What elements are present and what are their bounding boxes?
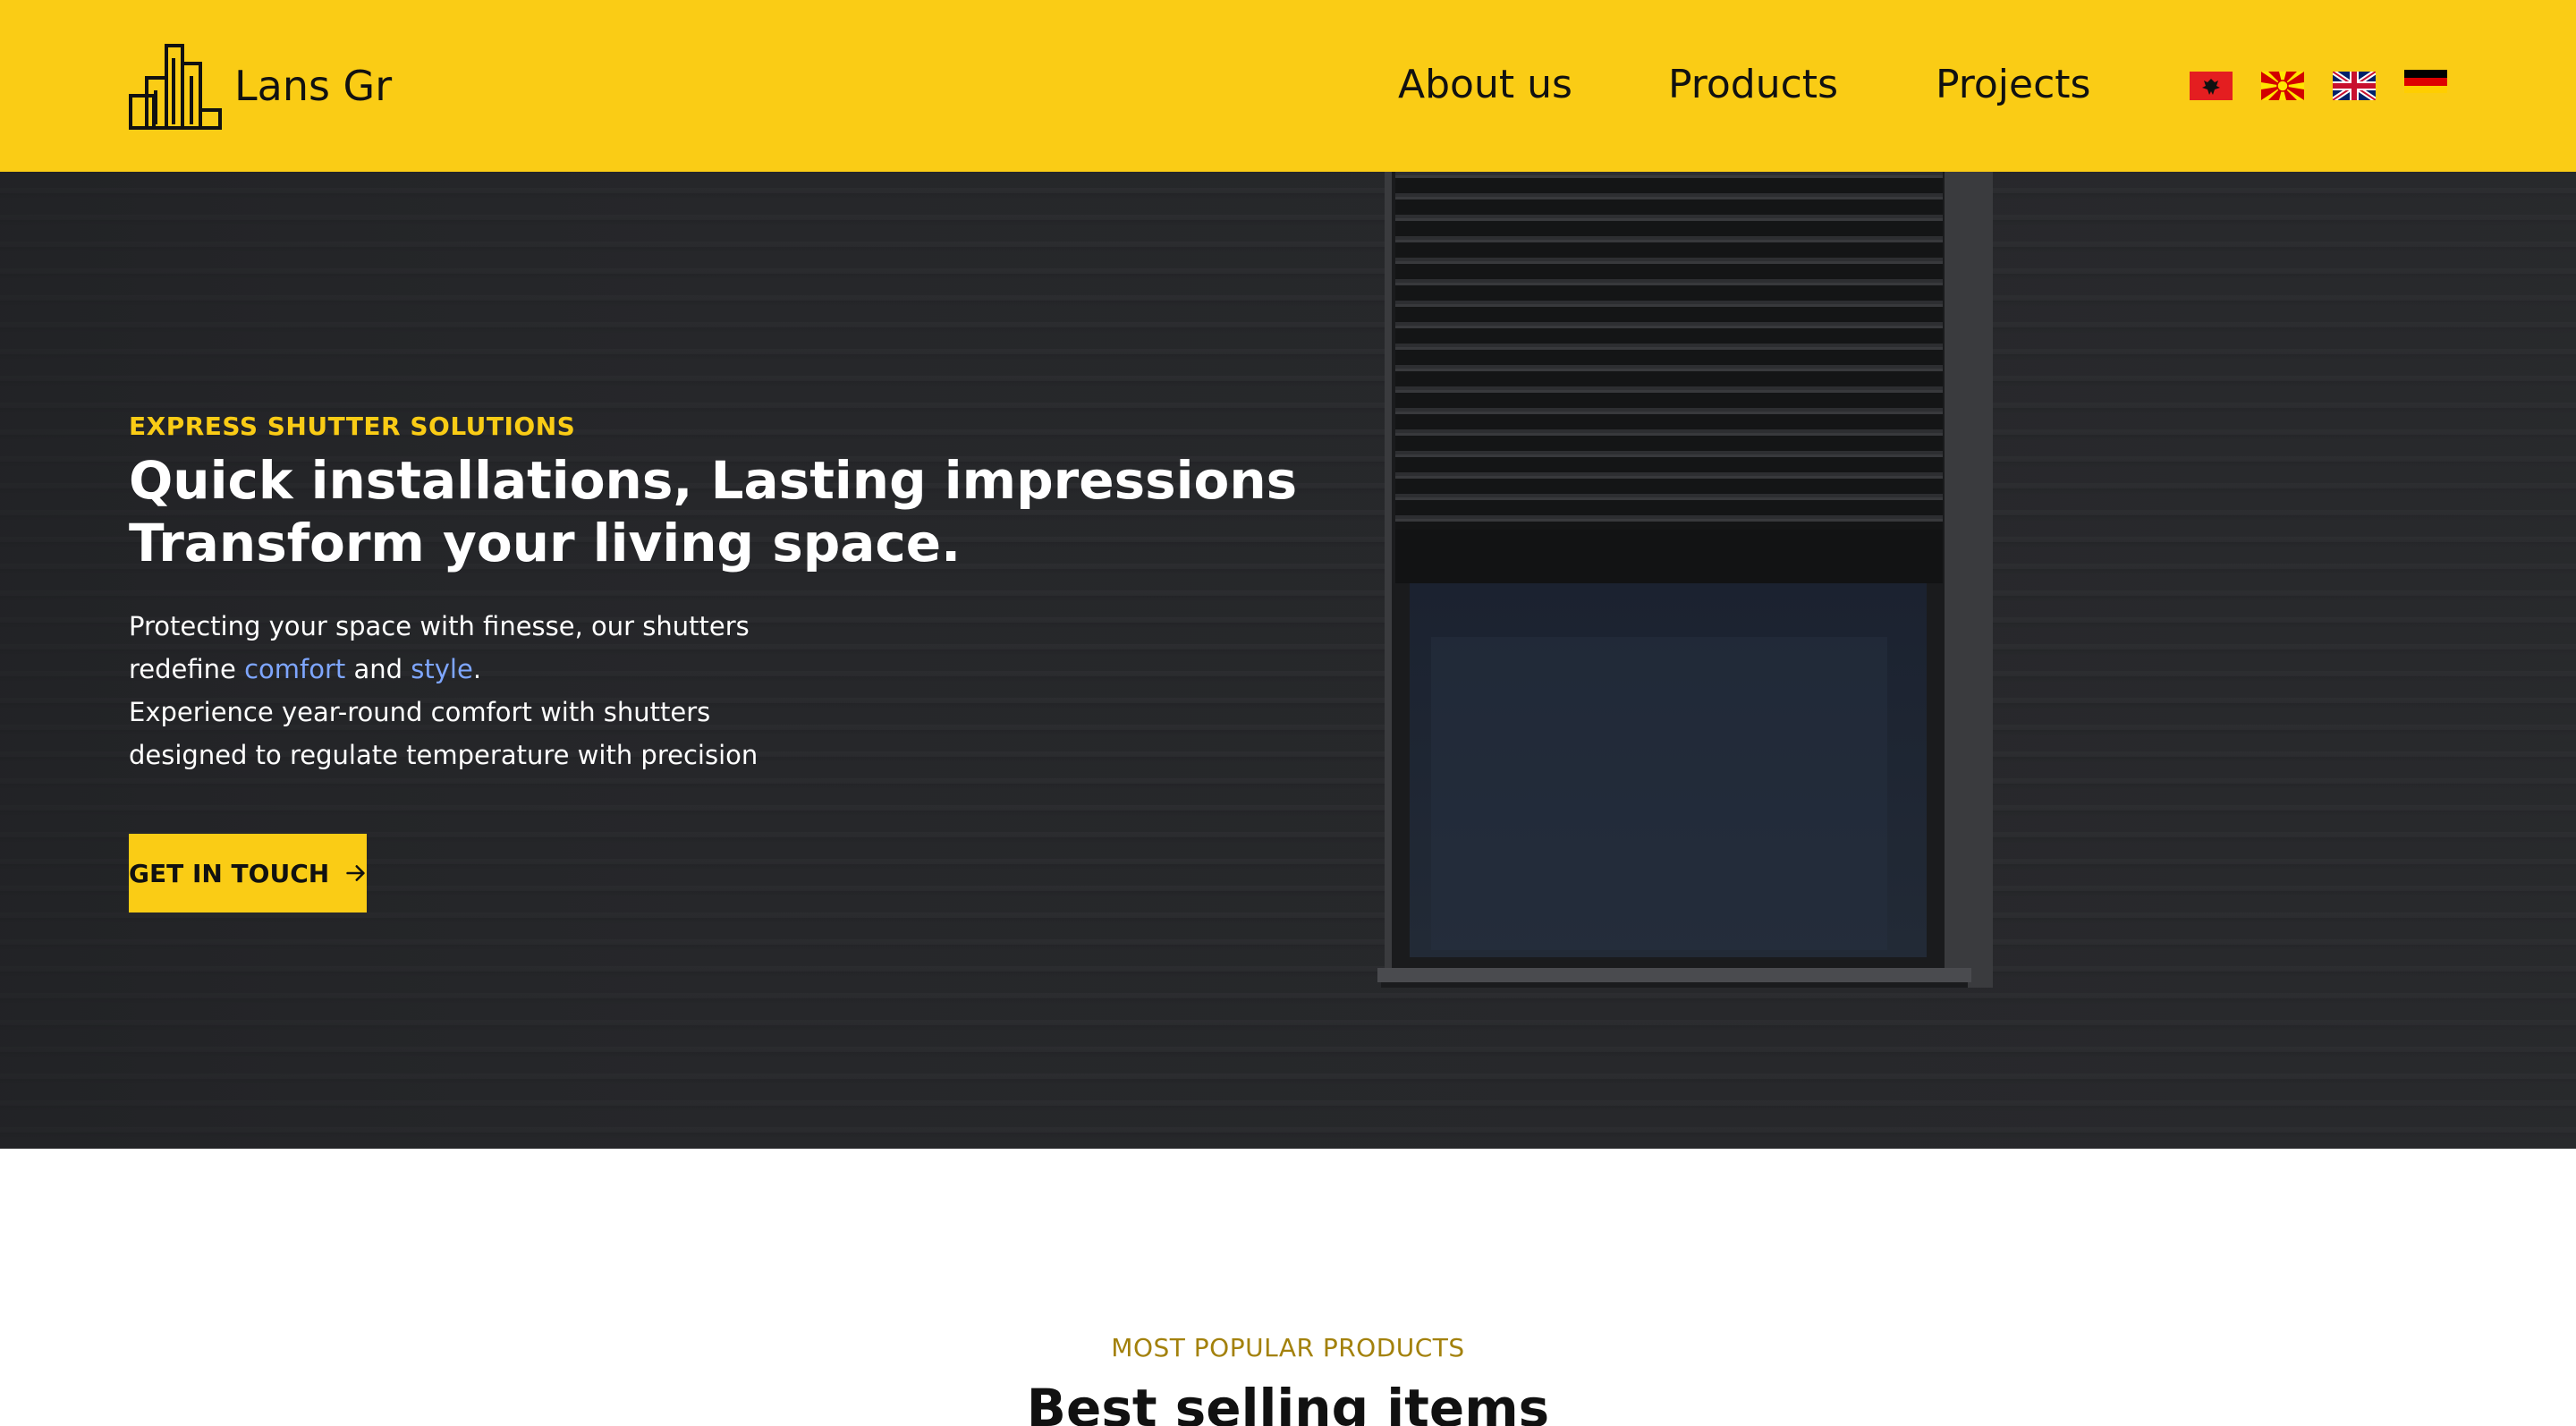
popular-eyebrow: MOST POPULAR PRODUCTS [1111,1333,1465,1362]
flag-north-macedonia-icon[interactable] [2261,72,2304,100]
hero-eyebrow: EXPRESS SHUTTER SOLUTIONS [129,412,576,441]
hero-headline-line2: Transform your living space. [129,513,962,573]
hero-headline: Quick installations, Lasting impressions… [129,449,1297,574]
hero-body-line1: Protecting your space with finesse, our … [129,611,750,641]
flag-uk-icon[interactable] [2333,72,2376,100]
hero-body-line2-mid: and [345,654,411,684]
site-header: Lans Gr About us Products Projects [0,0,2576,172]
nav-about-us[interactable]: About us [1398,57,1572,113]
nav-products[interactable]: Products [1668,57,1838,113]
hero-body-line4: designed to regulate temperature with pr… [129,740,758,770]
hero-body-line3: Experience year-round comfort with shutt… [129,697,711,727]
popular-title: Best selling items [1026,1378,1550,1426]
brand-logo[interactable]: Lans Gr [127,39,392,132]
flag-albania-icon[interactable] [2190,72,2233,100]
nav-projects[interactable]: Projects [1936,57,2090,113]
arrow-right-icon [346,865,365,881]
get-in-touch-button[interactable]: GET IN TOUCH [129,834,367,912]
hero-body-line2-prefix: redefine [129,654,245,684]
hero-section: EXPRESS SHUTTER SOLUTIONS Quick installa… [0,172,2576,1149]
hero-headline-line1: Quick installations, Lasting impressions [129,450,1298,511]
hero-description: Protecting your space with finesse, our … [129,605,758,777]
brand-name: Lans Gr [234,62,393,110]
flag-germany-icon[interactable] [2404,70,2447,93]
hero-body-line2-suffix: . [472,654,482,684]
highlight-comfort: comfort [244,654,346,684]
buildings-icon [129,44,222,130]
highlight-style: style [411,654,473,684]
get-in-touch-label: GET IN TOUCH [129,858,330,888]
